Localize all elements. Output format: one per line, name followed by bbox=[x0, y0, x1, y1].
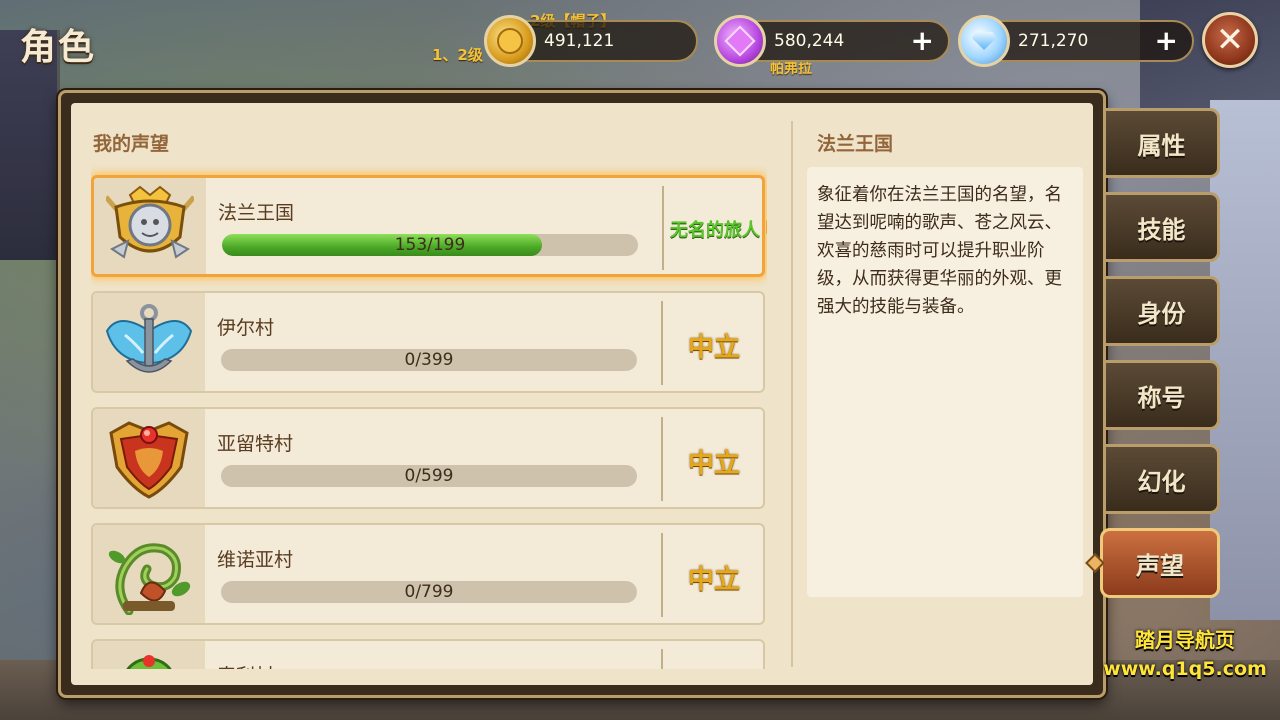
lion-crest-emblem-icon bbox=[106, 185, 194, 259]
gold-coin-value: 491,121 bbox=[544, 31, 615, 51]
gem-icon bbox=[714, 15, 766, 67]
emblem-frame bbox=[93, 525, 205, 623]
reputation-name: 伊尔村 bbox=[217, 317, 275, 339]
tab-identity[interactable]: 身份 bbox=[1106, 276, 1220, 346]
vine-plant-emblem-icon bbox=[108, 543, 191, 615]
diamond-value: 271,270 bbox=[1018, 31, 1089, 51]
emblem-frame bbox=[93, 409, 205, 507]
tab-skills[interactable]: 技能 bbox=[1106, 192, 1220, 262]
gem-counter: 580,244 + bbox=[714, 15, 950, 67]
add-gem-button[interactable]: + bbox=[911, 26, 934, 56]
reputation-progress-text: 0/799 bbox=[404, 582, 454, 602]
reputation-progress-bar: 0/599 bbox=[221, 465, 637, 487]
reputation-row-qili-village[interactable]: 奇利村 bbox=[91, 639, 765, 669]
reputation-row-weinuoya-village[interactable]: 维诺亚村 0/799 中立 bbox=[91, 523, 765, 625]
my-reputation-title: 我的声望 bbox=[93, 133, 170, 155]
gem-value: 580,244 bbox=[774, 31, 845, 51]
tab-reputation[interactable]: 声望 bbox=[1100, 528, 1220, 598]
emblem-frame bbox=[94, 178, 206, 274]
add-diamond-button[interactable]: + bbox=[1155, 26, 1178, 56]
reputation-progress-bar: 0/799 bbox=[221, 581, 637, 603]
tab-attributes[interactable]: 属性 bbox=[1106, 108, 1220, 178]
panel-divider bbox=[791, 121, 793, 667]
reputation-row-yaliute-village[interactable]: 亚留特村 0/599 中立 bbox=[91, 407, 765, 509]
reputation-progress-bar: 153/199 bbox=[222, 234, 638, 256]
coin-icon bbox=[484, 15, 536, 67]
background-tower bbox=[1210, 100, 1280, 620]
reputation-name: 法兰王国 bbox=[218, 202, 295, 224]
detail-title: 法兰王国 bbox=[817, 133, 894, 155]
reputation-panel-body: 我的声望 法兰王国 153/199 无名的旅人 伊尔村 0/399 中立 亚留特… bbox=[71, 103, 1093, 685]
close-icon: ✕ bbox=[1215, 20, 1245, 60]
reputation-description: 象征着你在法兰王国的名望，名望达到呢喃的歌声、苍之风云、欢喜的慈雨时可以提升职业… bbox=[807, 167, 1083, 597]
row-divider bbox=[661, 649, 663, 669]
reputation-panel: 我的声望 法兰王国 153/199 无名的旅人 伊尔村 0/399 中立 亚留特… bbox=[58, 90, 1106, 698]
watermark-url: www.q1q5.com bbox=[1103, 658, 1267, 680]
gold-coin-counter: 491,121 bbox=[484, 15, 698, 67]
reputation-status: 中立 bbox=[687, 333, 740, 363]
watermark-title: 踏月导航页 bbox=[1135, 628, 1235, 652]
diamond-icon bbox=[958, 15, 1010, 67]
reputation-progress-text: 0/599 bbox=[404, 466, 454, 486]
reputation-row-yier-village[interactable]: 伊尔村 0/399 中立 bbox=[91, 291, 765, 393]
page-title: 角色 bbox=[20, 27, 97, 68]
selected-arrow-icon bbox=[766, 220, 767, 234]
diamond-counter: 271,270 + bbox=[958, 15, 1194, 67]
reputation-list[interactable]: 法兰王国 153/199 无名的旅人 伊尔村 0/399 中立 亚留特村 0/5… bbox=[91, 163, 767, 669]
reputation-row-falan-kingdom[interactable]: 法兰王国 153/199 无名的旅人 bbox=[91, 175, 767, 277]
tab-transmog[interactable]: 幻化 bbox=[1106, 444, 1220, 514]
cactus-emblem-icon bbox=[126, 655, 172, 669]
scene-item-label: 1、2级 bbox=[432, 46, 483, 64]
reputation-name: 维诺亚村 bbox=[217, 549, 294, 571]
reputation-status: 中立 bbox=[687, 565, 740, 595]
reputation-status: 中立 bbox=[687, 449, 740, 479]
reputation-progress-text: 153/199 bbox=[394, 235, 466, 255]
close-button[interactable]: ✕ bbox=[1202, 12, 1258, 68]
red-gem-shield-emblem-icon bbox=[109, 421, 189, 499]
reputation-status: 无名的旅人 bbox=[670, 220, 760, 241]
reputation-progress-text: 0/399 bbox=[404, 350, 454, 370]
reputation-name: 亚留特村 bbox=[217, 433, 294, 455]
emblem-frame bbox=[93, 641, 205, 669]
reputation-name: 奇利村 bbox=[217, 661, 274, 669]
tab-titles[interactable]: 称号 bbox=[1106, 360, 1220, 430]
reputation-progress-bar: 0/399 bbox=[221, 349, 637, 371]
emblem-frame bbox=[93, 293, 205, 391]
anchor-wings-emblem-icon bbox=[105, 304, 193, 373]
